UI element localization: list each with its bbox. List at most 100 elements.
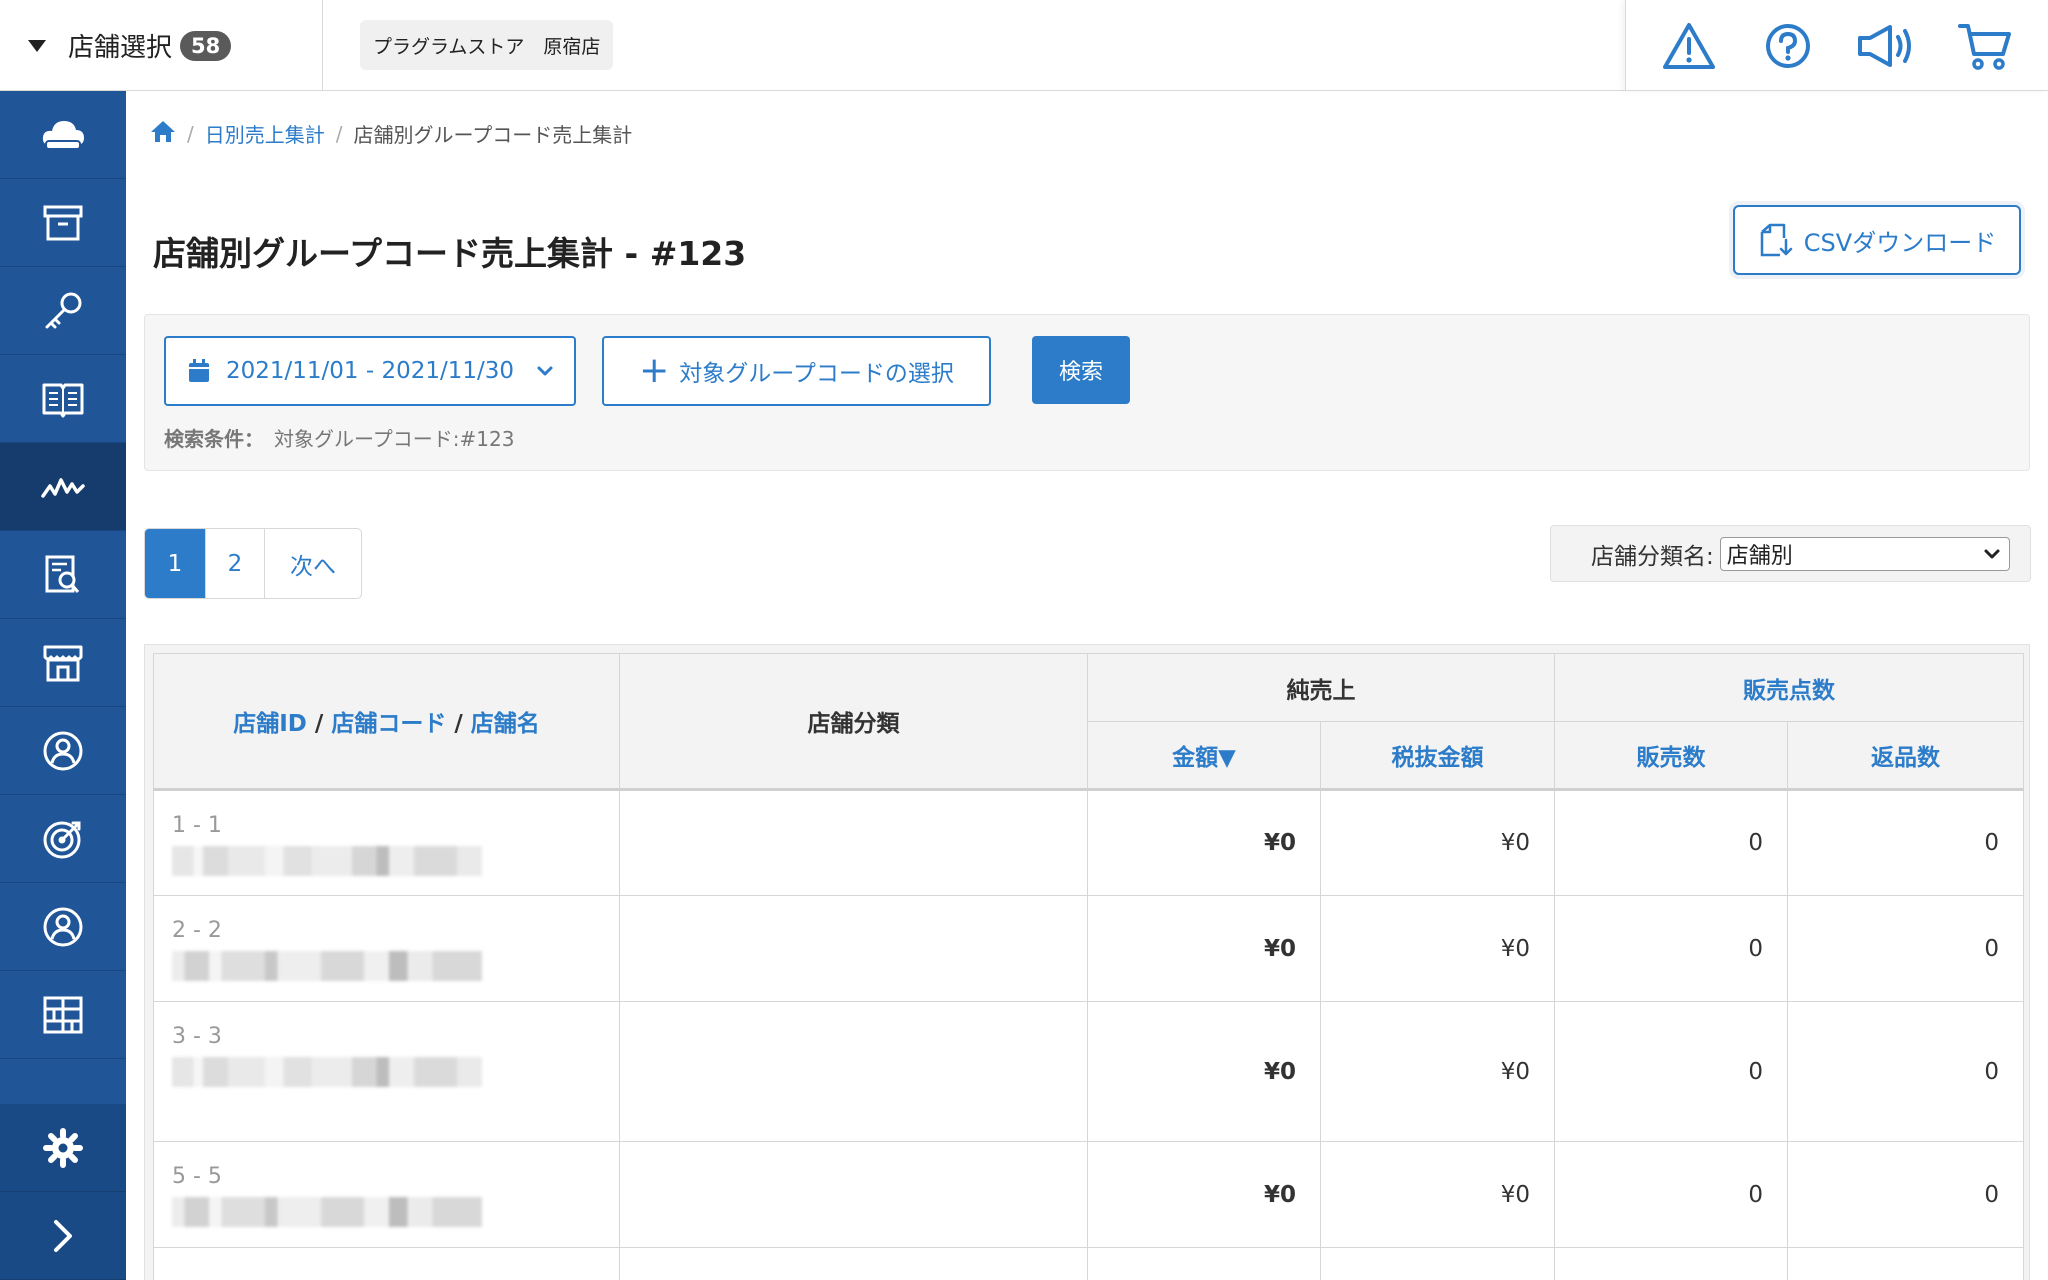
- key-icon: [45, 292, 82, 328]
- breadcrumb-link-daily-sales[interactable]: 日別売上集計: [205, 119, 325, 148]
- header-separator: /: [454, 711, 463, 737]
- store-class-select[interactable]: 店舗別: [1719, 536, 2010, 571]
- page-2-button[interactable]: 2: [206, 529, 265, 598]
- sidebar-item-staff[interactable]: [0, 883, 126, 971]
- store-class-filter-label: 店舗分類名:: [1591, 543, 1714, 570]
- returns-cell: 0: [1787, 1141, 2024, 1248]
- store-cell: 5 - 5: [153, 1141, 620, 1248]
- select-group-code-button[interactable]: + 対象グループコードの選択: [602, 336, 991, 406]
- amount-cell: [1087, 1247, 1321, 1280]
- grid-icon: [43, 996, 83, 1033]
- returns-cell: 0: [1787, 895, 2024, 1002]
- amount-cell: ¥0: [1087, 895, 1321, 1002]
- sold-cell: 0: [1554, 1001, 1788, 1142]
- csv-download-button[interactable]: CSVダウンロード: [1733, 205, 2021, 275]
- net-sales-header: 純売上: [1087, 653, 1555, 722]
- sold-cell: 0: [1554, 1141, 1788, 1248]
- sidebar-item-grid[interactable]: [0, 971, 126, 1059]
- settings-icon: [43, 1127, 83, 1168]
- sidebar-item-target[interactable]: [0, 795, 126, 883]
- sort-store-code[interactable]: 店舗コード: [331, 711, 446, 737]
- sales-table-container: 店舗ID / 店舗コード / 店舗名 店舗分類 純売上 販売点数 金額▼ 税抜金…: [144, 644, 2030, 1280]
- plus-icon: +: [639, 350, 670, 391]
- sidebar-item-book[interactable]: [0, 355, 126, 443]
- header-separator: /: [314, 711, 324, 737]
- report-search-icon: [45, 555, 80, 593]
- date-range-value: 2021/11/01 - 2021/11/30: [226, 358, 515, 384]
- next-page-button[interactable]: 次へ: [265, 529, 361, 598]
- units-sold-header[interactable]: 販売点数: [1554, 653, 2024, 722]
- pagination: 1 2 次へ: [144, 528, 362, 599]
- top-bar: 店舗選択 58 プラグラムストア 原宿店: [0, 0, 2048, 91]
- table-row: [153, 1247, 2024, 1280]
- top-icon-bar: [1625, 0, 2048, 91]
- calendar-icon: [189, 359, 209, 382]
- sidebar-item-settings[interactable]: [0, 1104, 126, 1192]
- store-cell: 3 - 3: [153, 1001, 620, 1142]
- redacted-store-name: [172, 846, 482, 876]
- sort-sold[interactable]: 販売数: [1554, 721, 1788, 791]
- store-class-cell: [619, 1247, 1088, 1280]
- home-icon[interactable]: [150, 119, 176, 148]
- sidebar-item-report[interactable]: [0, 531, 126, 619]
- amount-cell: ¥0: [1087, 789, 1321, 896]
- cart-icon[interactable]: [1955, 16, 2015, 76]
- sort-store-id[interactable]: 店舗ID: [233, 711, 307, 737]
- amount-cell: ¥0: [1087, 1001, 1321, 1142]
- store-header: 店舗ID / 店舗コード / 店舗名: [153, 653, 620, 791]
- store-select-dropdown[interactable]: 店舗選択 58: [0, 0, 323, 91]
- announcement-icon[interactable]: [1856, 16, 1916, 76]
- store-id: 3 - 3: [172, 1024, 222, 1049]
- staff-icon: [43, 907, 83, 946]
- chevron-down-icon: [1984, 549, 2000, 558]
- store-id: 2 - 2: [172, 918, 222, 943]
- book-icon: [42, 383, 84, 417]
- sidebar-bottom: [0, 1104, 126, 1280]
- sold-cell: 0: [1554, 789, 1788, 896]
- current-store-name: プラグラムストア 原宿店: [360, 20, 614, 70]
- returns-cell: [1787, 1247, 2024, 1280]
- select-group-code-label: 対象グループコードの選択: [679, 361, 954, 387]
- customer-icon: [43, 731, 83, 770]
- store-id: 5 - 5: [172, 1164, 222, 1189]
- sold-cell: [1554, 1247, 1788, 1280]
- amount-cell: ¥0: [1087, 1141, 1321, 1248]
- sidebar-item-sales[interactable]: [0, 443, 126, 531]
- sidebar-item-store[interactable]: [0, 619, 126, 707]
- sidebar-item-archive[interactable]: [0, 179, 126, 267]
- sidebar-item-key[interactable]: [0, 267, 126, 355]
- sidebar-item-expand[interactable]: [0, 1192, 126, 1280]
- cloud-icon: [42, 120, 84, 150]
- expand-icon: [54, 1219, 72, 1252]
- main-content: / 日別売上集計 / 店舗別グループコード売上集計 店舗別グループコード売上集計…: [126, 91, 2048, 1280]
- search-button[interactable]: 検索: [1032, 336, 1130, 404]
- sort-store-name[interactable]: 店舗名: [471, 711, 540, 737]
- search-conditions: 検索条件： 対象グループコード:#123: [164, 423, 514, 452]
- returns-cell: 0: [1787, 1001, 2024, 1142]
- table-row: 1 - 1 ¥0 ¥0 0 0: [153, 789, 2024, 896]
- breadcrumb-current: 店舗別グループコード売上集計: [353, 123, 633, 147]
- date-range-picker[interactable]: 2021/11/01 - 2021/11/30: [164, 336, 576, 406]
- sidebar: [0, 91, 126, 1280]
- target-icon: [43, 821, 81, 858]
- store-class-header: 店舗分類: [619, 653, 1088, 791]
- chevron-down-icon: [537, 366, 553, 376]
- page-1-button[interactable]: 1: [145, 529, 206, 598]
- sales-chart-icon: [41, 477, 85, 498]
- breadcrumb-separator: /: [335, 121, 343, 146]
- store-cell: 1 - 1: [153, 789, 620, 896]
- sort-amount-ex-tax[interactable]: 税抜金額: [1320, 721, 1555, 791]
- sidebar-item-cloud[interactable]: [0, 91, 126, 179]
- search-conditions-label: 検索条件：: [164, 427, 264, 451]
- sort-amount-label: 金額▼: [1172, 745, 1236, 771]
- redacted-store-name: [172, 951, 482, 981]
- table-row: 5 - 5 ¥0 ¥0 0 0: [153, 1141, 2024, 1248]
- sort-returns[interactable]: 返品数: [1787, 721, 2024, 791]
- sidebar-item-customer[interactable]: [0, 707, 126, 795]
- store-class-cell: [619, 895, 1088, 1002]
- sales-table: 店舗ID / 店舗コード / 店舗名 店舗分類 純売上 販売点数 金額▼ 税抜金…: [153, 653, 2024, 1280]
- sort-amount[interactable]: 金額▼: [1087, 721, 1321, 791]
- help-icon[interactable]: [1758, 16, 1818, 76]
- warning-icon[interactable]: [1659, 16, 1719, 76]
- store-select-label: 店舗選択: [68, 33, 173, 63]
